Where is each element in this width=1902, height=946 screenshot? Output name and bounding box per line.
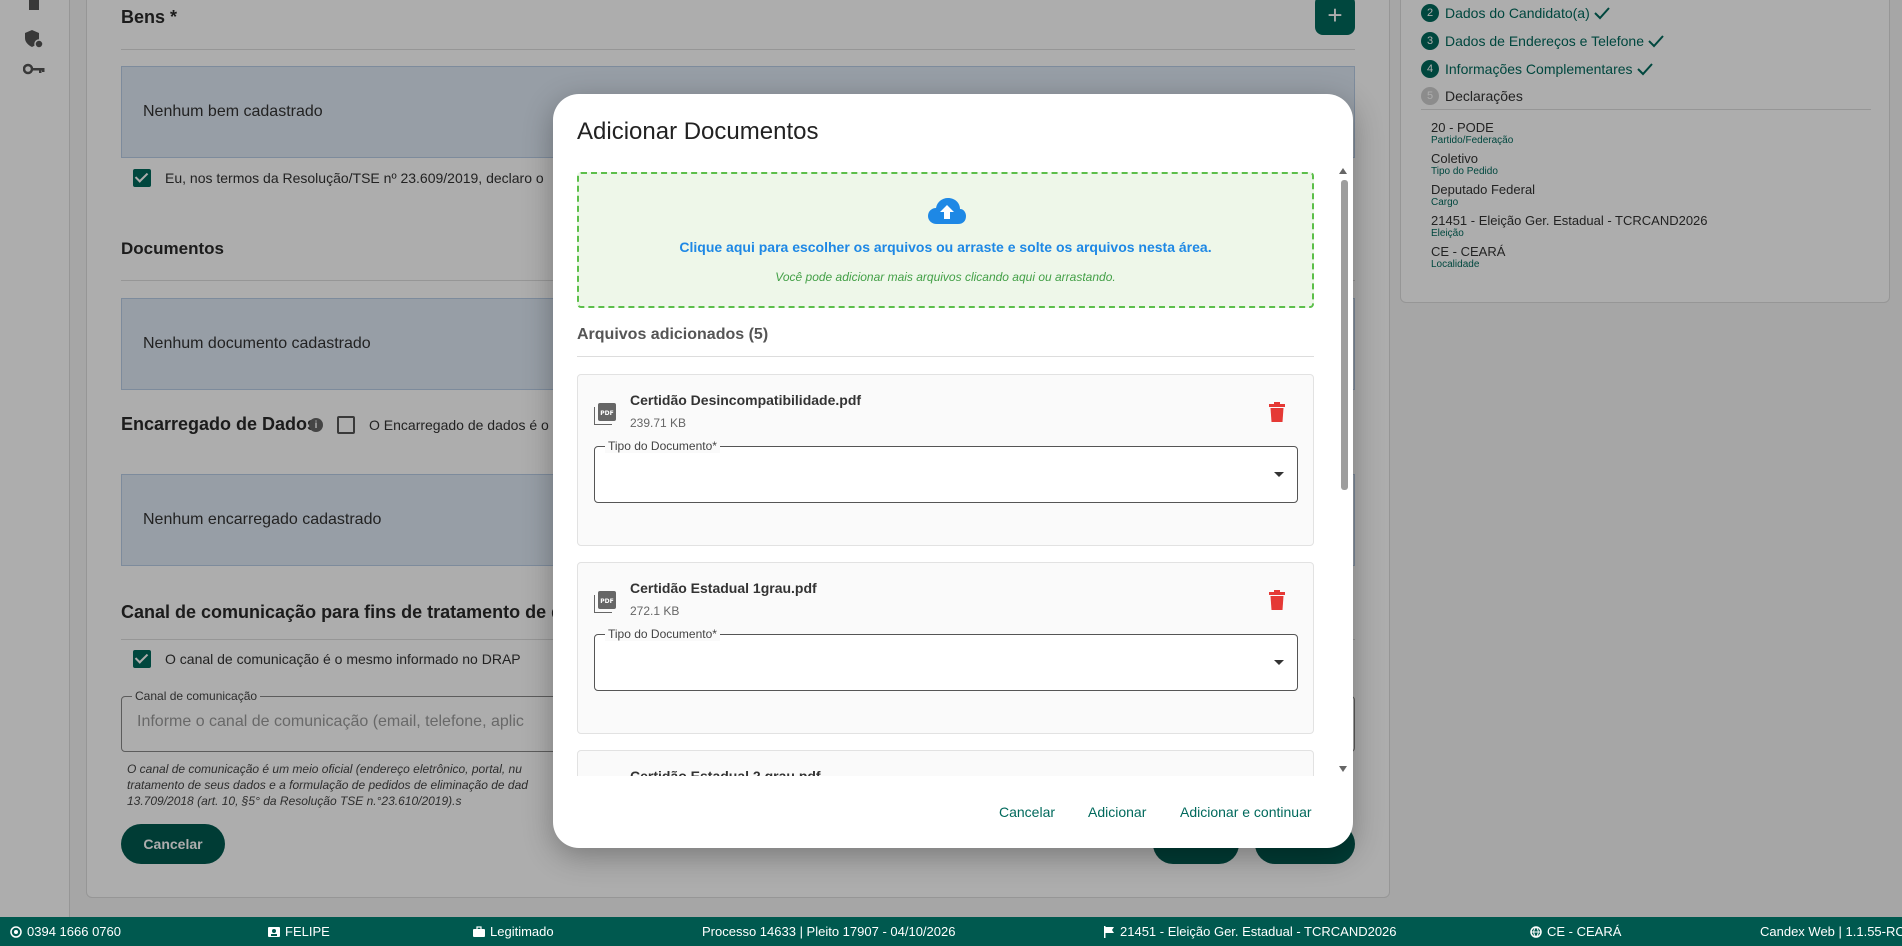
- svg-text:PDF: PDF: [600, 410, 613, 417]
- dialog-cancel-button[interactable]: Cancelar: [999, 804, 1055, 820]
- dropdown-arrow-icon: [1274, 472, 1284, 477]
- document-type-select[interactable]: Tipo do Documento*: [594, 627, 1298, 691]
- globe-icon: [1530, 925, 1542, 938]
- status-election: 21451 - Eleição Ger. Estadual - TCRCAND2…: [1103, 924, 1397, 939]
- pdf-file-icon: PDF: [594, 403, 616, 425]
- scroll-up-arrow-icon[interactable]: [1339, 168, 1347, 174]
- file-size: 272.1 KB: [630, 604, 680, 618]
- document-type-select[interactable]: Tipo do Documento*: [594, 439, 1298, 503]
- scroll-clip: Certidão Estadual 2 grau.pdf: [553, 750, 1338, 776]
- svg-text:PDF: PDF: [600, 598, 613, 605]
- files-header: Arquivos adicionados (5): [577, 326, 769, 343]
- status-locality: CE - CEARÁ: [1530, 924, 1621, 939]
- file-name: Certidão Estadual 1grau.pdf: [630, 580, 817, 596]
- status-role-text: Legitimado: [490, 924, 554, 939]
- cloud-upload-icon: [928, 198, 966, 224]
- status-version: Candex Web | 1.1.55-RC: [1760, 924, 1902, 939]
- file-item: Certidão Estadual 2 grau.pdf: [577, 750, 1314, 776]
- select-label: Tipo do Documento*: [605, 439, 720, 453]
- status-process-text: Processo 14633 | Pleito 17907 - 04/10/20…: [702, 924, 956, 939]
- status-election-text: 21451 - Eleição Ger. Estadual - TCRCAND2…: [1120, 924, 1397, 939]
- status-locality-text: CE - CEARÁ: [1547, 924, 1622, 939]
- status-user: FELIPE: [268, 924, 330, 939]
- status-version-text: Candex Web | 1.1.55-RC: [1760, 924, 1902, 939]
- file-name: Certidão Estadual 2 grau.pdf: [630, 768, 821, 776]
- file-item: PDF Certidão Desincompatibilidade.pdf 23…: [577, 374, 1314, 546]
- status-phone: 0394 1666 0760: [10, 924, 121, 939]
- dropdown-arrow-icon: [1274, 660, 1284, 665]
- delete-icon[interactable]: [1269, 590, 1285, 610]
- scrollbar-thumb[interactable]: [1341, 180, 1348, 490]
- dialog-title: Adicionar Documentos: [577, 118, 819, 145]
- delete-icon[interactable]: [1269, 402, 1285, 422]
- file-dropzone[interactable]: Clique aqui para escolher os arquivos ou…: [577, 172, 1314, 308]
- pdf-file-icon: PDF: [594, 591, 616, 613]
- divider: [577, 356, 1314, 357]
- status-process: Processo 14633 | Pleito 17907 - 04/10/20…: [702, 924, 955, 939]
- file-name: Certidão Desincompatibilidade.pdf: [630, 392, 862, 408]
- scroll-down-arrow-icon[interactable]: [1339, 766, 1347, 772]
- file-item: PDF Certidão Estadual 1grau.pdf 272.1 KB…: [577, 562, 1314, 734]
- status-phone-text: 0394 1666 0760: [27, 924, 121, 939]
- status-user-text: FELIPE: [285, 924, 330, 939]
- flag-icon: [1103, 925, 1115, 938]
- status-role: Legitimado: [473, 924, 554, 939]
- select-label: Tipo do Documento*: [605, 627, 720, 641]
- status-bar: 0394 1666 0760 FELIPE Legitimado Process…: [0, 917, 1902, 946]
- add-documents-dialog: Adicionar Documentos Clique aqui para es…: [553, 94, 1353, 848]
- dropzone-instruction: Clique aqui para escolher os arquivos ou…: [679, 239, 1212, 255]
- dropzone-hint: Você pode adicionar mais arquivos clican…: [775, 270, 1116, 284]
- file-size: 239.71 KB: [630, 416, 687, 430]
- briefcase-icon: [473, 925, 485, 938]
- dialog-add-continue-button[interactable]: Adicionar e continuar: [1180, 804, 1312, 820]
- dialog-add-button[interactable]: Adicionar: [1088, 804, 1146, 820]
- headset-icon: [10, 925, 22, 938]
- user-badge-icon: [268, 926, 280, 938]
